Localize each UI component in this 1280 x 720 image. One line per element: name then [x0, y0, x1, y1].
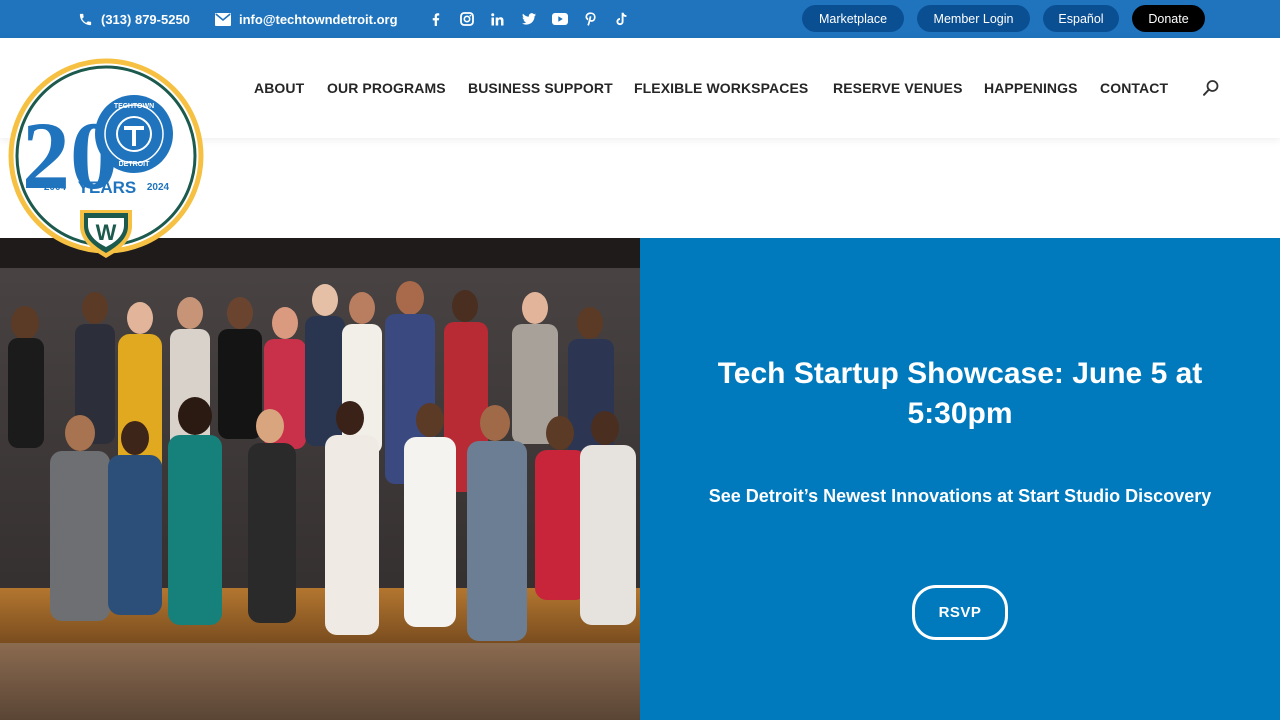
logo-wordmark-top: TECHTOWN [114, 103, 154, 110]
member-login-button[interactable]: Member Login [917, 5, 1030, 32]
youtube-icon[interactable] [544, 0, 575, 38]
nav-item-happenings[interactable]: HAPPENINGS [984, 38, 1078, 138]
nav-item-about[interactable]: ABOUT [254, 38, 304, 138]
nav-item-our-programs[interactable]: OUR PROGRAMS [327, 38, 446, 138]
marketplace-button[interactable]: Marketplace [802, 5, 904, 32]
search-button[interactable] [1202, 38, 1220, 138]
top-bar: (313) 879-5250 info@techtowndetroit.org … [0, 0, 1280, 38]
twitter-icon[interactable] [513, 0, 544, 38]
email-link[interactable]: info@techtowndetroit.org [215, 0, 398, 38]
mail-icon [215, 12, 231, 26]
social-links [420, 0, 637, 38]
phone-icon [79, 13, 92, 25]
linkedin-icon[interactable] [482, 0, 513, 38]
pinterest-icon[interactable] [575, 0, 606, 38]
logo-start-year: 2004 [44, 182, 67, 193]
logo-badge-letter: W [96, 220, 117, 245]
rsvp-button[interactable]: RSVP [912, 585, 1008, 640]
logo-years: YEARS [78, 178, 137, 197]
techtown-20-years-logo[interactable]: 20 TECHTOWN DETROIT 2004 YEARS 2024 W [8, 58, 204, 260]
instagram-icon[interactable] [451, 0, 482, 38]
nav-item-contact[interactable]: CONTACT [1100, 38, 1168, 138]
phone-link[interactable]: (313) 879-5250 [78, 0, 190, 38]
hero-panel [640, 238, 1280, 720]
donate-button[interactable]: Donate [1132, 5, 1205, 32]
search-icon [1203, 80, 1219, 96]
phone-number: (313) 879-5250 [101, 11, 190, 27]
language-espanol-button[interactable]: Español [1043, 5, 1119, 32]
nav-item-flexible-workspaces[interactable]: FLEXIBLE WORKSPACES [634, 38, 808, 138]
hero-photo [0, 238, 640, 720]
tiktok-icon[interactable] [606, 0, 637, 38]
logo-end-year: 2024 [147, 182, 170, 193]
email-address: info@techtowndetroit.org [239, 11, 398, 27]
hero-subtitle: See Detroit’s Newest Innovations at Star… [708, 486, 1212, 506]
hero-title: Tech Startup Showcase: June 5 at 5:30pm [717, 357, 1203, 430]
facebook-icon[interactable] [420, 0, 451, 38]
logo-wordmark-bottom: DETROIT [119, 161, 150, 168]
nav-item-business-support[interactable]: BUSINESS SUPPORT [468, 38, 613, 138]
nav-item-reserve-venues[interactable]: RESERVE VENUES [833, 38, 963, 138]
